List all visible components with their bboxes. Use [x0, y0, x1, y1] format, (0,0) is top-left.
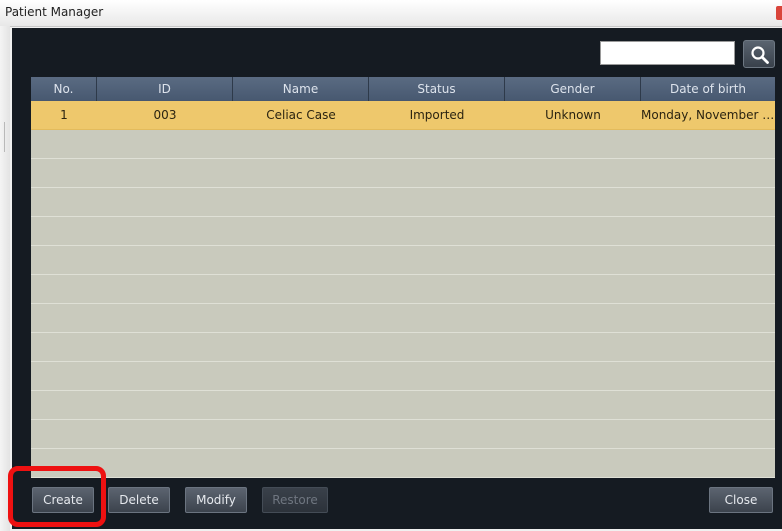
empty-row — [31, 188, 775, 217]
column-header-status[interactable]: Status — [369, 77, 505, 101]
empty-row — [31, 304, 775, 333]
empty-row — [31, 449, 775, 478]
empty-row — [31, 333, 775, 362]
column-header-date-of-birth[interactable]: Date of birth — [641, 77, 775, 101]
main-panel: No. ID Name Status Gender Date of birth … — [12, 28, 782, 529]
search-input[interactable] — [600, 41, 735, 65]
column-header-id[interactable]: ID — [97, 77, 233, 101]
title-bar[interactable]: Patient Manager — [0, 0, 782, 27]
cell-gender: Unknown — [545, 108, 601, 122]
column-header-name[interactable]: Name — [233, 77, 369, 101]
window-title: Patient Manager — [5, 5, 104, 19]
empty-row — [31, 391, 775, 420]
cell-no: 1 — [60, 108, 68, 122]
empty-row — [31, 246, 775, 275]
empty-row — [31, 159, 775, 188]
empty-row — [31, 362, 775, 391]
delete-button[interactable]: Delete — [108, 487, 170, 513]
close-button[interactable]: Close — [709, 487, 773, 513]
empty-row — [31, 217, 775, 246]
cell-name: Celiac Case — [266, 108, 336, 122]
window-left-edge — [0, 26, 10, 531]
search-button[interactable] — [743, 40, 775, 68]
table-row[interactable]: 1 003 Celiac Case Imported Unknown Monda… — [31, 101, 775, 130]
restore-button: Restore — [262, 487, 328, 513]
column-header-gender[interactable]: Gender — [505, 77, 641, 101]
search-icon — [751, 46, 769, 64]
column-header-no[interactable]: No. — [31, 77, 97, 101]
patient-table: No. ID Name Status Gender Date of birth … — [31, 77, 775, 478]
empty-row — [31, 275, 775, 304]
cell-date-of-birth: Monday, November 08... — [641, 108, 775, 122]
close-icon[interactable] — [776, 6, 782, 20]
table-header: No. ID Name Status Gender Date of birth — [31, 77, 775, 101]
create-button[interactable]: Create — [32, 487, 94, 513]
cell-status: Imported — [409, 108, 465, 122]
empty-row — [31, 130, 775, 159]
modify-button[interactable]: Modify — [185, 487, 247, 513]
patient-manager-window: Patient Manager No. ID Name Status Gende… — [0, 0, 782, 531]
cell-id: 003 — [153, 108, 177, 122]
empty-row — [31, 420, 775, 449]
